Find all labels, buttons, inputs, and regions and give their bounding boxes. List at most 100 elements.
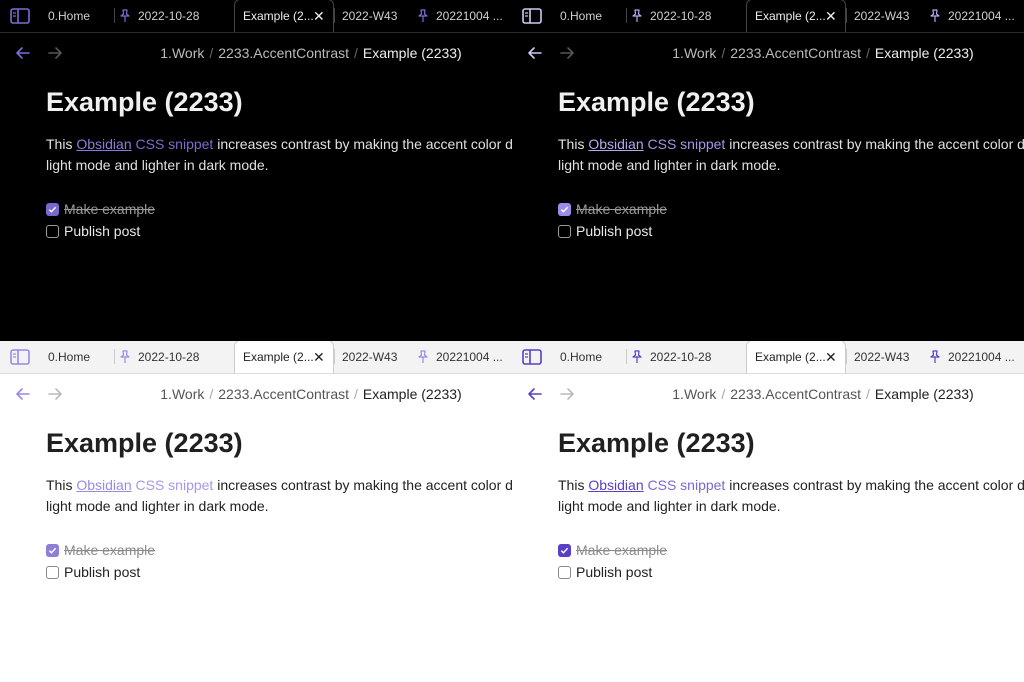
- task-item: Publish post: [46, 220, 512, 242]
- breadcrumb-crumb[interactable]: 2233.AccentContrast: [218, 386, 349, 402]
- tab-home[interactable]: 0.Home: [40, 341, 114, 373]
- tab-home[interactable]: 0.Home: [40, 0, 114, 32]
- page-title: Example (2233): [46, 87, 243, 117]
- task-item: Make example: [46, 539, 512, 561]
- breadcrumb-crumb[interactable]: 1.Work: [160, 45, 204, 61]
- check-icon: [48, 206, 57, 213]
- tab-label: 0.Home: [48, 8, 91, 23]
- tab-2022-10-28[interactable]: 2022-10-28: [114, 0, 234, 32]
- breadcrumb-current[interactable]: Example (2233): [363, 386, 462, 402]
- task-checkbox[interactable]: [558, 565, 571, 579]
- close-icon[interactable]: ✕: [825, 350, 837, 364]
- obsidian-link[interactable]: Obsidian: [76, 136, 131, 152]
- tab-2022-10-28[interactable]: 2022-10-28: [114, 341, 234, 373]
- paragraph-text: This: [558, 136, 585, 152]
- tab-2022-w43[interactable]: 2022-W43: [334, 341, 416, 373]
- page-title: Example (2233): [46, 428, 243, 458]
- breadcrumb-crumb[interactable]: 1.Work: [672, 45, 716, 61]
- task-checkbox[interactable]: [558, 224, 571, 238]
- tab-label: 20221004 ...: [436, 349, 503, 364]
- css-snippet-link[interactable]: CSS snippet: [648, 477, 726, 493]
- tab-label: 20221004 ...: [948, 8, 1015, 23]
- css-snippet-link[interactable]: CSS snippet: [136, 136, 214, 152]
- note-paragraph: This Obsidian CSS snippet increases cont…: [46, 134, 512, 176]
- pin-icon: [120, 8, 130, 22]
- pane-dark-contrast: 0.Home 2022-10-28 Example (2... ✕ 2022-W…: [512, 0, 1024, 341]
- tab-label: 0.Home: [560, 8, 603, 23]
- breadcrumb-crumb[interactable]: 1.Work: [160, 386, 204, 402]
- tab-label: 2022-W43: [854, 349, 910, 364]
- task-checkbox[interactable]: [46, 565, 59, 579]
- tab-label: 2022-W43: [342, 8, 398, 23]
- breadcrumb: 1.Work/2233.AccentContrast / Example (2233…: [512, 45, 1024, 61]
- css-snippet-link[interactable]: CSS snippet: [136, 477, 214, 493]
- task-label: Make example: [64, 542, 156, 558]
- task-item: Make example: [558, 198, 1024, 220]
- tab-example-active[interactable]: Example (2... ✕: [234, 341, 334, 373]
- tab-home[interactable]: 0.Home: [552, 0, 626, 32]
- tab-2022-w43[interactable]: 2022-W43: [334, 0, 416, 32]
- note-paragraph: This Obsidian CSS snippet increases cont…: [558, 475, 1024, 517]
- breadcrumb-separator: /: [721, 45, 726, 61]
- sidebar-toggle-icon[interactable]: [0, 0, 40, 32]
- tab-2022-w43[interactable]: 2022-W43: [846, 341, 928, 373]
- nav-bar: 1.Work/2233.AccentContrast / Example (2233…: [0, 36, 512, 70]
- tab-2022-10-28[interactable]: 2022-10-28: [626, 341, 746, 373]
- sidebar-toggle-icon[interactable]: [512, 341, 552, 373]
- breadcrumb-crumb[interactable]: 2233.AccentContrast: [730, 386, 861, 402]
- pin-icon: [930, 349, 940, 363]
- breadcrumb-crumb[interactable]: 2233.AccentContrast: [218, 45, 349, 61]
- obsidian-link[interactable]: Obsidian: [588, 477, 643, 493]
- pane-dark-default: 0.Home 2022-10-28 Example (2... ✕ 2022-W…: [0, 0, 512, 341]
- task-checkbox[interactable]: [46, 224, 59, 238]
- breadcrumb-crumb[interactable]: 1.Work: [672, 386, 716, 402]
- tab-20221004[interactable]: 20221004 ...: [416, 341, 512, 373]
- task-checkbox[interactable]: [558, 202, 571, 216]
- breadcrumb-current[interactable]: Example (2233): [875, 45, 974, 61]
- obsidian-link[interactable]: Obsidian: [76, 477, 131, 493]
- tab-20221004[interactable]: 20221004 ...: [928, 341, 1024, 373]
- tab-2022-w43[interactable]: 2022-W43: [846, 0, 928, 32]
- close-icon[interactable]: ✕: [825, 9, 837, 23]
- nav-bar: 1.Work/2233.AccentContrast / Example (2233…: [512, 377, 1024, 411]
- tab-example-active[interactable]: Example (2... ✕: [746, 0, 846, 32]
- tab-label: Example (2...: [755, 9, 826, 23]
- breadcrumb-separator: /: [354, 45, 358, 61]
- breadcrumb-separator: /: [209, 386, 214, 402]
- tab-home[interactable]: 0.Home: [552, 341, 626, 373]
- task-label: Publish post: [64, 223, 141, 239]
- task-checkbox[interactable]: [558, 543, 571, 557]
- tab-2022-10-28[interactable]: 2022-10-28: [626, 0, 746, 32]
- pin-icon: [930, 8, 940, 22]
- sidebar-toggle-icon[interactable]: [512, 0, 552, 32]
- paragraph-text: increases contrast by making the accent …: [213, 136, 512, 152]
- tab-label: 0.Home: [48, 349, 91, 364]
- paragraph-text: increases contrast by making the accent …: [213, 477, 512, 493]
- paragraph-text: light mode and lighter in dark mode.: [46, 498, 269, 514]
- obsidian-link[interactable]: Obsidian: [588, 136, 643, 152]
- breadcrumb: 1.Work/2233.AccentContrast / Example (2233…: [0, 386, 512, 402]
- tab-example-active[interactable]: Example (2... ✕: [746, 341, 846, 373]
- css-snippet-link[interactable]: CSS snippet: [648, 136, 726, 152]
- tab-label: Example (2...: [243, 9, 314, 23]
- note-content: Example (2233) This Obsidian CSS snippet…: [558, 84, 1024, 242]
- nav-bar: 1.Work/2233.AccentContrast / Example (2233…: [0, 377, 512, 411]
- paragraph-text: light mode and lighter in dark mode.: [46, 157, 269, 173]
- close-icon[interactable]: ✕: [313, 350, 325, 364]
- sidebar-toggle-icon[interactable]: [0, 341, 40, 373]
- tab-20221004[interactable]: 20221004 ...: [928, 0, 1024, 32]
- task-checkbox[interactable]: [46, 543, 59, 557]
- close-icon[interactable]: ✕: [313, 9, 325, 23]
- breadcrumb-current[interactable]: Example (2233): [875, 386, 974, 402]
- check-icon: [560, 206, 569, 213]
- tab-label: 2022-10-28: [138, 349, 200, 364]
- task-label: Make example: [576, 201, 668, 217]
- tab-example-active[interactable]: Example (2... ✕: [234, 0, 334, 32]
- breadcrumb-current[interactable]: Example (2233): [363, 45, 462, 61]
- page-title: Example (2233): [558, 87, 755, 117]
- tab-20221004[interactable]: 20221004 ...: [416, 0, 512, 32]
- task-checkbox[interactable]: [46, 202, 59, 216]
- breadcrumb-crumb[interactable]: 2233.AccentContrast: [730, 45, 861, 61]
- note-content: Example (2233) This Obsidian CSS snippet…: [46, 84, 512, 242]
- task-item: Make example: [558, 539, 1024, 561]
